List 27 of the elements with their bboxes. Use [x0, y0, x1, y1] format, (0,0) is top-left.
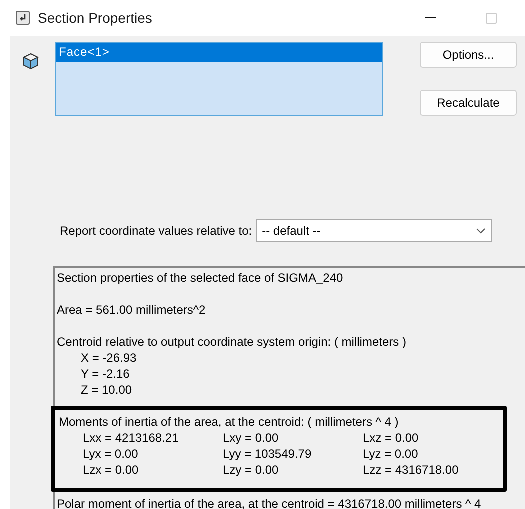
moment-value: Lyx = 0.00	[83, 446, 140, 462]
selection-list[interactable]: Face<1>	[55, 42, 383, 116]
coordinate-dropdown[interactable]: -- default --	[256, 219, 492, 242]
app-icon	[16, 11, 30, 25]
list-item[interactable]: Face<1>	[56, 43, 382, 62]
centroid-value: X = -26.93	[80, 350, 138, 366]
centroid-value: Z = 10.00	[80, 382, 134, 398]
moment-value: Lzy = 0.00	[223, 462, 280, 478]
centroid-title: Centroid relative to output coordinate system origin: ( millimeters )	[57, 334, 408, 350]
coordinate-label: Report coordinate values relative to:	[60, 222, 252, 240]
recalculate-button[interactable]: Recalculate	[420, 90, 517, 116]
window-title: Section Properties	[38, 8, 152, 28]
options-button[interactable]: Options...	[420, 42, 517, 68]
moment-value: Lxx = 4213168.21	[83, 430, 180, 446]
moment-value: Lxz = 0.00	[363, 430, 420, 446]
centroid-value: Y = -2.16	[80, 366, 131, 382]
cube-icon	[23, 53, 39, 70]
moment-value: Lyz = 0.00	[363, 446, 420, 462]
minimize-icon[interactable]	[425, 17, 436, 19]
moment-value: Lxy = 0.00	[223, 430, 280, 446]
area-text: Area = 561.00 millimeters^2	[57, 302, 207, 318]
moment-value: Lzz = 4316718.00	[363, 462, 460, 478]
moment-value: Lyy = 103549.79	[223, 446, 313, 462]
moments-title: Moments of inertia of the area, at the centroid: ( millimeters ^ 4 )	[59, 414, 400, 430]
report-heading: Section properties of the selected face of SIGMA_240	[57, 270, 344, 286]
moment-value: Lzx = 0.00	[83, 462, 140, 478]
chevron-down-icon	[476, 228, 486, 234]
